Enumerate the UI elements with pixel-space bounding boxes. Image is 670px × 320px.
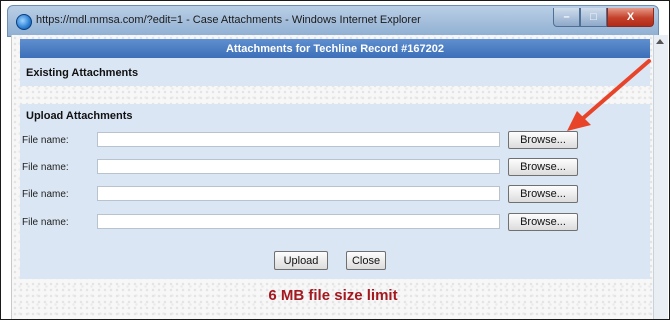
file-row: File name: Browse... xyxy=(20,185,650,204)
upload-button[interactable]: Upload xyxy=(274,251,328,270)
vertical-scrollbar[interactable] xyxy=(653,35,668,319)
file-name-label: File name: xyxy=(22,217,69,228)
file-size-limit-note: 6 MB file size limit xyxy=(268,287,398,304)
file-name-input[interactable] xyxy=(97,132,500,147)
page-content: Attachments for Techline Record #167202 … xyxy=(11,35,654,319)
file-row: File name: Browse... xyxy=(20,213,650,232)
browse-button[interactable]: Browse... xyxy=(508,213,578,231)
minimize-icon[interactable]: – xyxy=(553,8,580,27)
file-row: File name: Browse... xyxy=(20,131,650,150)
browse-button[interactable]: Browse... xyxy=(508,185,578,203)
window-controls: – □ X xyxy=(553,8,654,27)
file-name-input[interactable] xyxy=(97,214,500,229)
existing-attachments-section: Existing Attachments xyxy=(20,58,650,86)
browse-button[interactable]: Browse... xyxy=(508,158,578,176)
existing-attachments-title: Existing Attachments xyxy=(26,67,139,79)
maximize-icon[interactable]: □ xyxy=(580,8,607,27)
upload-attachments-title: Upload Attachments xyxy=(26,110,133,122)
browse-button[interactable]: Browse... xyxy=(508,131,578,149)
page-title: Attachments for Techline Record #167202 xyxy=(20,39,650,58)
window-title: https://mdl.mmsa.com/?edit=1 - Case Atta… xyxy=(36,14,421,26)
screenshot-frame: https://mdl.mmsa.com/?edit=1 - Case Atta… xyxy=(0,0,670,320)
window-title-bar: https://mdl.mmsa.com/?edit=1 - Case Atta… xyxy=(7,5,659,37)
file-name-input[interactable] xyxy=(97,159,500,174)
upload-attachments-section: Upload Attachments File name: Browse... … xyxy=(20,104,650,279)
file-name-label: File name: xyxy=(22,162,69,173)
close-icon[interactable]: X xyxy=(607,8,654,27)
close-button[interactable]: Close xyxy=(346,251,386,270)
file-name-label: File name: xyxy=(22,135,69,146)
file-name-input[interactable] xyxy=(97,186,500,201)
ie-icon xyxy=(16,14,32,30)
file-name-label: File name: xyxy=(22,189,69,200)
file-row: File name: Browse... xyxy=(20,158,650,177)
scroll-up-icon[interactable] xyxy=(656,39,664,44)
